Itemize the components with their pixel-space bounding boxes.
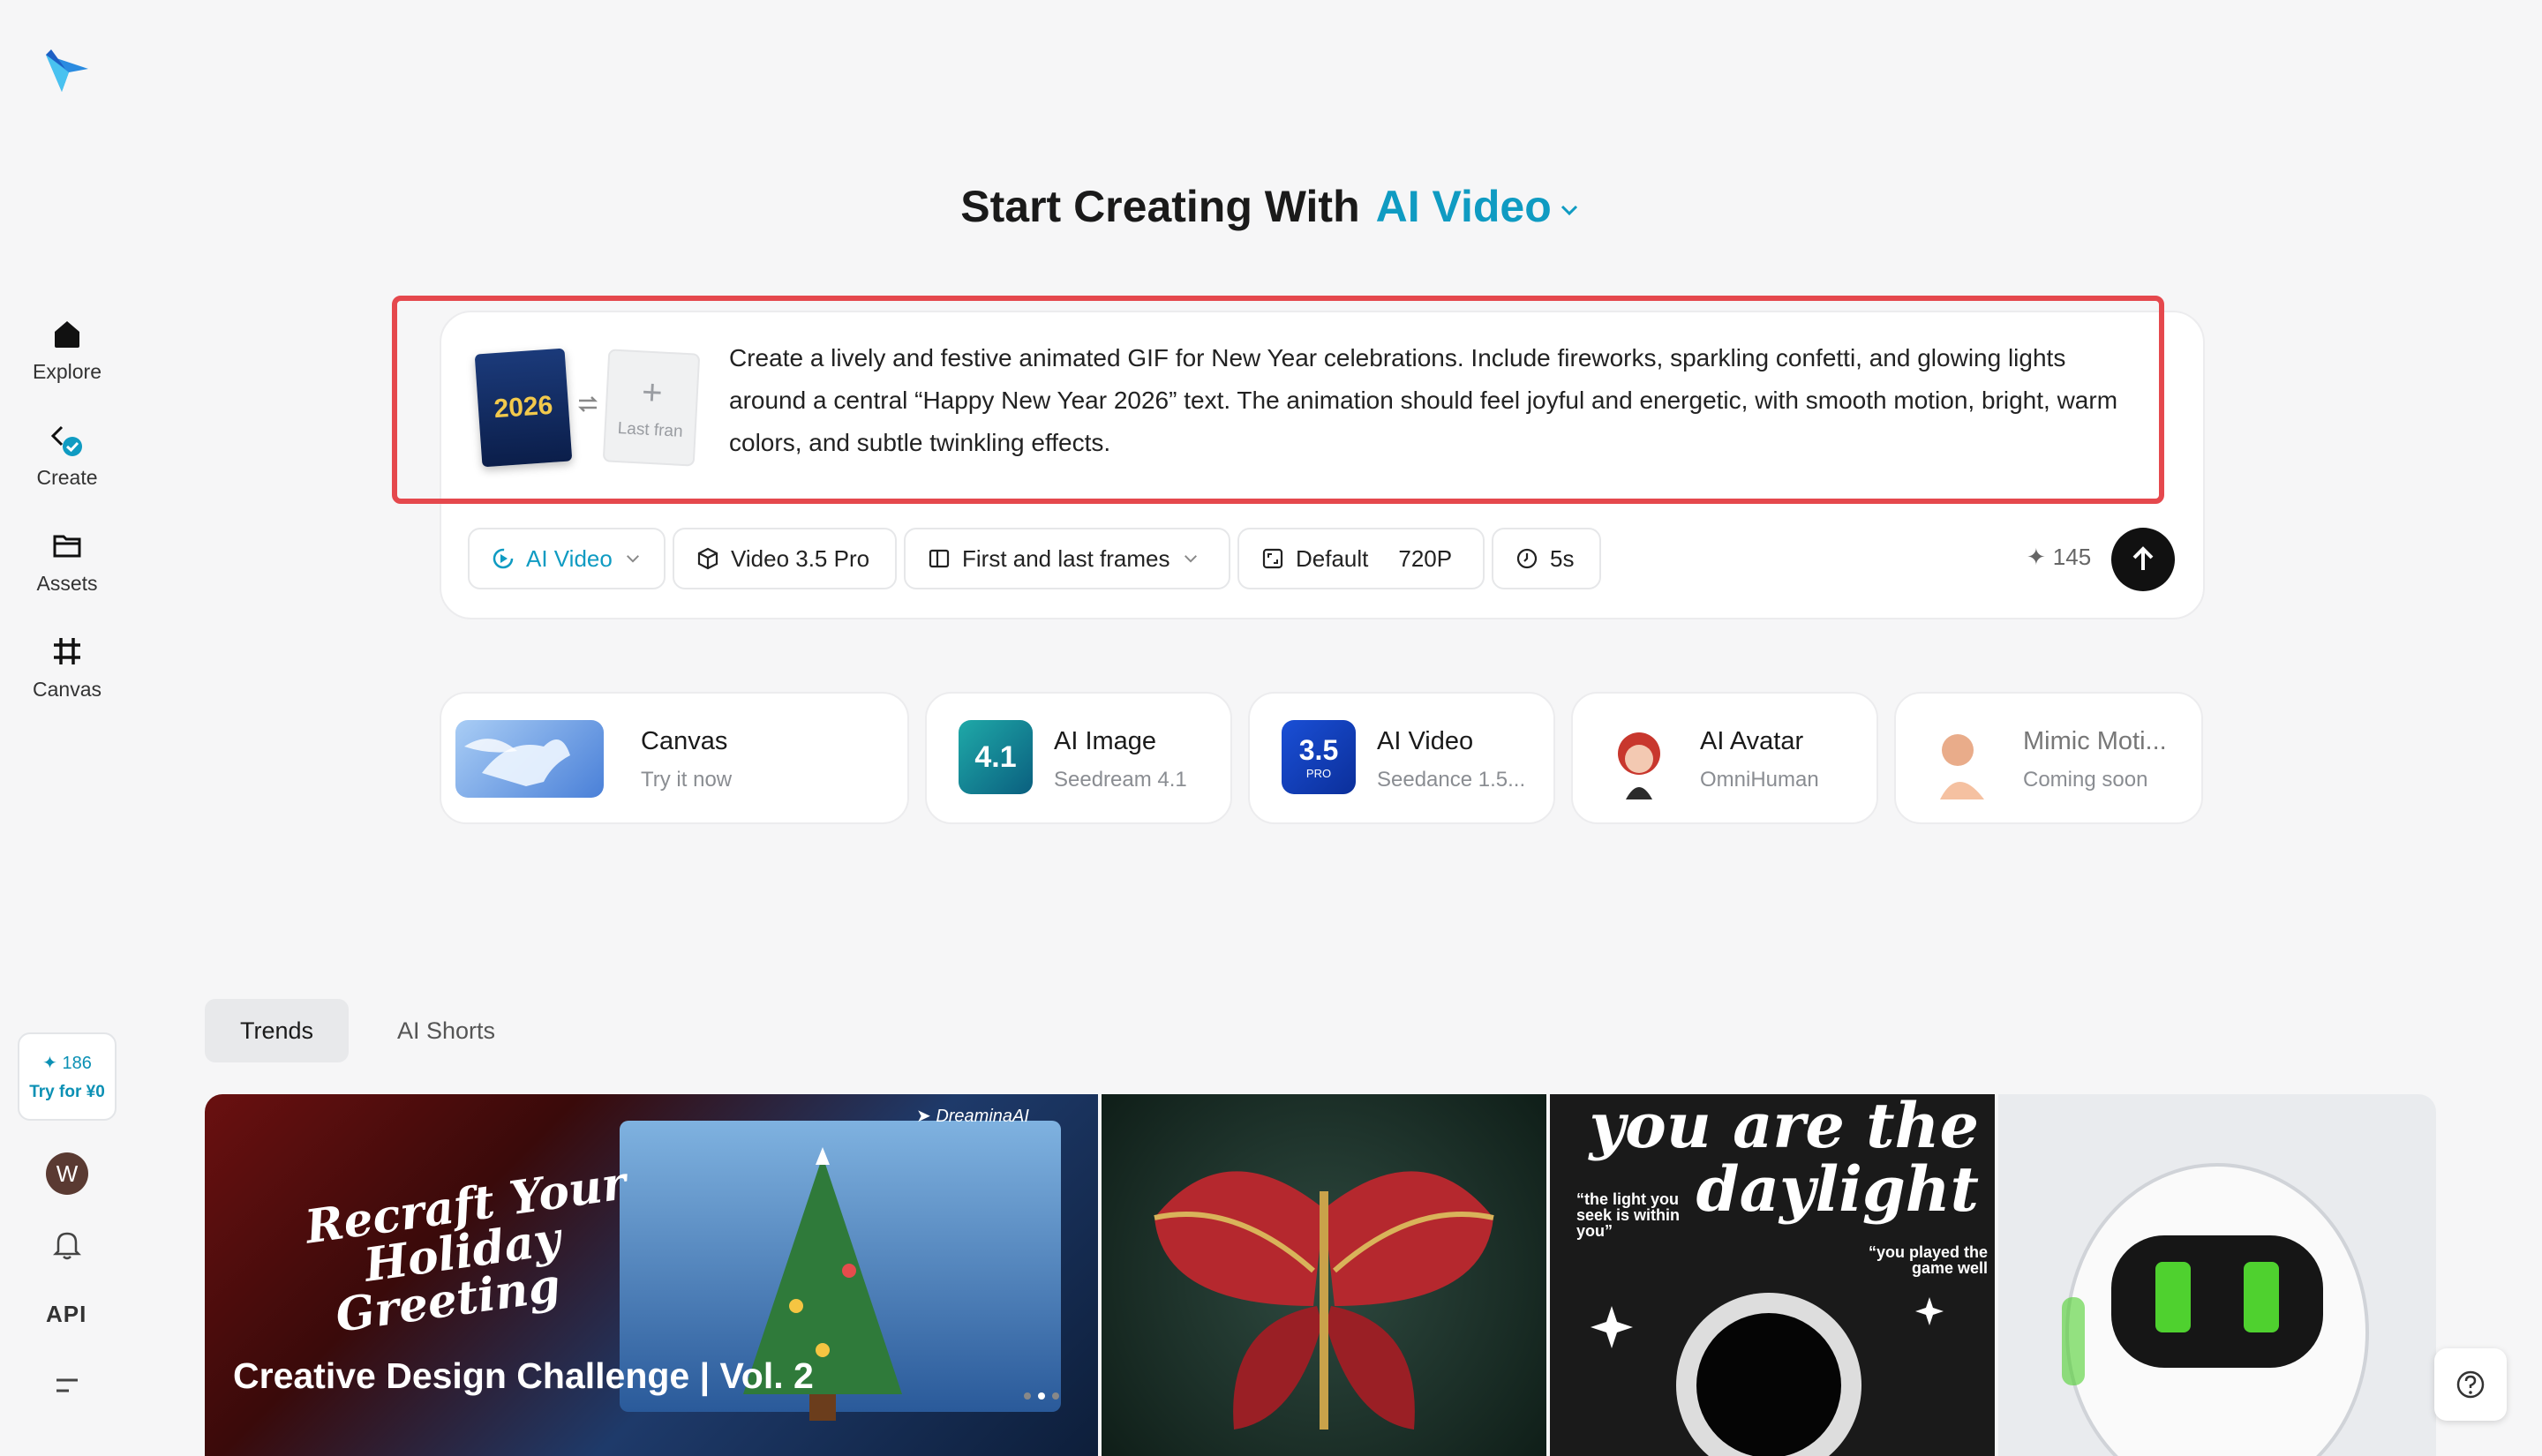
brand-watermark: ➤ DreaminaAI [916,1107,1029,1126]
sparkle-icon: ✦ [2027,544,2046,570]
poster-tile[interactable]: you are the daylight “the light you seek… [1550,1094,1995,1456]
duration-label: 5s [1550,544,1575,572]
card-ai-avatar[interactable]: AI Avatar OmniHuman [1571,692,1878,824]
first-frame-text: 2026 [493,390,554,424]
swap-icon[interactable] [575,392,600,417]
seedance-badge: 3.5 PRO [1282,720,1356,794]
resolution-label: 720P [1398,544,1453,572]
pegasus-image [464,739,570,786]
card-title: AI Avatar [1700,727,1804,755]
chevron-down-icon [1184,555,1197,563]
clock-icon [1516,548,1538,569]
card-ai-video[interactable]: 3.5 PRO AI Video Seedance 1.5... [1248,692,1555,824]
card-mimic-motion[interactable]: Mimic Moti... Coming soon [1894,692,2203,824]
canvas-thumbnail [455,720,604,798]
featured-banner[interactable]: Recraft Your Holiday Greeting ➤ Dreamina… [205,1094,1098,1456]
arrow-up-icon [2132,546,2154,570]
mimic-motion-image [1922,720,2002,799]
help-button[interactable] [2434,1348,2507,1421]
first-frame-thumbnail[interactable]: 2026 [474,348,573,468]
aspect-ratio-icon [1262,548,1283,569]
sidebar-item-label: Create [36,466,98,489]
poster-title-line-1: you are the [1589,1094,1979,1162]
brand-name: DreaminaAI [936,1107,1029,1126]
sidebar-item-canvas[interactable]: Canvas [16,634,118,702]
card-title: AI Video [1377,727,1474,755]
ai-video-icon [493,548,514,569]
card-title: AI Image [1054,727,1157,755]
mode-dropdown-label: AI Video [526,544,613,572]
credits-value: 186 [62,1053,92,1073]
canvas-icon [54,638,80,664]
menu-icon[interactable] [49,1368,85,1403]
card-subtitle: Seedream 4.1 [1054,768,1187,792]
help-icon [2456,1370,2485,1399]
create-icon [50,425,82,456]
model-label: Video 3.5 Pro [731,544,870,572]
sidebar-item-explore[interactable]: Explore [16,316,118,384]
seedance-badge-sub: PRO [1305,767,1332,780]
cube-icon [697,547,718,570]
card-subtitle: Coming soon [2023,768,2148,792]
prompt-input[interactable]: Create a lively and festive animated GIF… [729,337,2132,464]
last-frame-label: Last fran [617,419,684,441]
chevron-down-icon [626,555,639,563]
card-subtitle: OmniHuman [1700,768,1819,792]
frames-label: First and last frames [962,544,1170,572]
butterfly-tile[interactable] [1102,1094,1546,1456]
duration-selector[interactable]: 5s [1492,528,1601,589]
card-title: Mimic Moti... [2023,727,2167,755]
robot-tile[interactable] [1998,1094,2436,1456]
sidebar-item-label: Assets [36,572,98,595]
sidebar-item-label: Canvas [33,678,102,701]
banner-title: Creative Design Challenge | Vol. 2 [233,1355,814,1396]
card-subtitle: Try it now [641,768,733,792]
mode-dropdown[interactable]: AI Video [468,528,666,589]
credits-count: ✦ 186 [42,1053,92,1073]
seedream-badge-text: 4.1 [974,739,1017,774]
seedance-badge-text: 3.5 [1298,734,1339,766]
banner-script-title: Recraft Your Holiday Greeting [302,1156,642,1343]
title-prefix: Start Creating With [960,182,1360,231]
app-logo[interactable] [39,42,95,99]
frames-dropdown[interactable]: First and last frames [904,528,1230,589]
last-frame-upload[interactable]: + Last fran [602,349,701,467]
try-free-label: Try for ¥0 [29,1082,105,1101]
model-selector[interactable]: Video 3.5 Pro [673,528,897,589]
page-title: Start Creating With AI Video [0,181,2542,232]
plus-icon: + [641,372,664,413]
carousel-dots[interactable] [1024,1392,1059,1400]
generate-button[interactable] [2111,528,2175,591]
eclipse-image [1591,1293,1944,1456]
frames-icon [929,549,950,568]
home-icon [55,321,79,348]
card-canvas[interactable]: Canvas Try it now [440,692,909,824]
card-ai-image[interactable]: 4.1 AI Image Seedream 4.1 [925,692,1232,824]
poster-quote-1: “the light you seek is within you” [1576,1190,1681,1240]
avatar-character-image [1599,720,1679,799]
butterfly-image [1154,1171,1494,1430]
generation-cost: ✦ 145 [2027,544,2091,571]
cost-value: 145 [2052,544,2092,570]
card-title: Canvas [641,727,728,755]
credits-box[interactable]: ✦ 186 Try for ¥0 [18,1032,117,1121]
api-link[interactable]: API [46,1301,86,1328]
robot-image [2062,1163,2369,1456]
tab-trends[interactable]: Trends [205,999,350,1062]
sidebar-item-assets[interactable]: Assets [16,528,118,596]
card-subtitle: Seedance 1.5... [1377,768,1526,792]
seedream-badge: 4.1 [959,720,1033,794]
mode-label: AI Video [1375,182,1552,231]
avatar[interactable]: W [46,1152,88,1195]
folder-icon [53,535,81,558]
ratio-label: Default [1296,544,1369,572]
ratio-resolution-selector[interactable]: Default 720P [1237,528,1485,589]
chevron-down-icon [1561,205,1577,215]
mode-selector[interactable]: AI Video [1376,182,1582,231]
sidebar-item-label: Explore [33,360,102,383]
bell-icon[interactable] [49,1227,85,1262]
sidebar-item-create[interactable]: Create [16,422,118,490]
tab-ai-shorts[interactable]: AI Shorts [362,999,530,1062]
